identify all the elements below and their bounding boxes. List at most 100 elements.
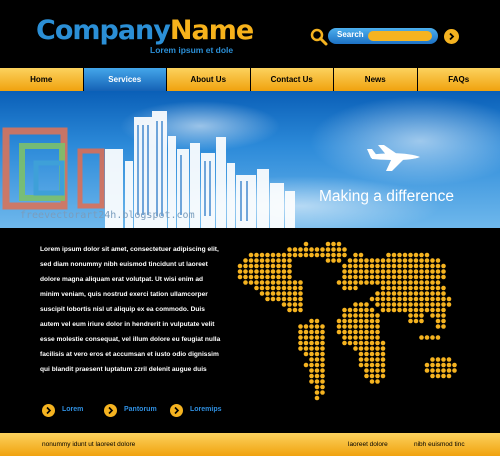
map-dot — [320, 373, 325, 379]
map-dot — [358, 307, 364, 313]
map-dot — [270, 291, 276, 296]
map-dot — [430, 280, 435, 285]
map-dot — [342, 280, 347, 285]
nav-faqs[interactable]: FAQs — [418, 68, 500, 91]
map-dot — [298, 324, 303, 329]
map-dot — [424, 335, 430, 340]
map-dot — [408, 258, 413, 263]
map-dot — [408, 269, 413, 274]
nav-contact-us[interactable]: Contact Us — [251, 68, 334, 91]
map-dot — [430, 313, 435, 318]
map-dot — [309, 379, 314, 384]
map-dot — [303, 340, 309, 346]
map-dot — [320, 357, 325, 362]
map-dot — [430, 307, 435, 313]
map-dot — [364, 258, 369, 263]
body-line: minim veniam, quis nostrud exerci tation… — [40, 291, 208, 298]
map-dot — [424, 362, 430, 368]
map-dot — [358, 324, 364, 329]
map-dot — [298, 291, 303, 296]
watermark-text: freevectorart24h.blogspot.com — [20, 210, 195, 221]
map-dot — [287, 274, 292, 280]
map-dot — [270, 258, 276, 263]
map-dot — [364, 313, 369, 318]
map-dot — [358, 335, 364, 340]
map-dot — [292, 296, 298, 302]
map-dot — [270, 296, 276, 302]
map-dot — [397, 269, 402, 274]
map-dot — [424, 296, 430, 302]
map-dot — [331, 252, 336, 258]
map-dot — [375, 340, 380, 346]
nav-news[interactable]: News — [334, 68, 418, 91]
map-dot — [380, 285, 386, 291]
map-dot — [391, 252, 397, 258]
banner-illustration — [2, 96, 500, 228]
map-dot — [369, 318, 375, 324]
map-dot — [375, 373, 380, 379]
search-input[interactable] — [368, 31, 432, 41]
map-dot — [292, 302, 298, 307]
map-dot — [364, 280, 369, 285]
map-dot — [259, 280, 265, 285]
map-dot — [347, 313, 353, 318]
map-dot — [353, 269, 358, 274]
nav-about-us[interactable]: About Us — [167, 68, 251, 91]
main-nav: Home Services About Us Contact Us News F… — [0, 68, 500, 91]
map-dot — [435, 335, 441, 340]
map-dot — [281, 269, 287, 274]
map-dot — [408, 302, 413, 307]
map-dot — [325, 241, 331, 247]
map-dot — [435, 324, 441, 329]
map-dot — [243, 263, 248, 269]
company-logo[interactable]: CompanyName — [36, 17, 254, 45]
map-dot — [298, 252, 303, 258]
map-dot — [364, 324, 369, 329]
map-dot — [441, 318, 446, 324]
map-dot — [347, 274, 353, 280]
map-dot — [375, 313, 380, 318]
map-dot — [408, 291, 413, 296]
map-dot — [314, 324, 320, 329]
map-dot — [287, 291, 292, 296]
map-dot — [364, 346, 369, 351]
map-dot — [419, 263, 424, 269]
map-dot — [265, 263, 270, 269]
arrow-right-icon — [104, 404, 117, 417]
body-text: Lorem ipsum dolor sit amet, consectetuer… — [40, 242, 230, 377]
map-dot — [336, 241, 342, 247]
map-dot — [369, 263, 375, 269]
map-dot — [364, 302, 369, 307]
map-dot — [270, 274, 276, 280]
map-dot — [342, 340, 347, 346]
map-dot — [298, 247, 303, 252]
map-dot — [424, 285, 430, 291]
map-dot — [353, 329, 358, 335]
map-dot — [309, 247, 314, 252]
map-dot — [369, 379, 375, 384]
map-dot — [380, 291, 386, 296]
search-go-button[interactable] — [444, 29, 459, 44]
map-dot — [386, 307, 391, 313]
nav-services[interactable]: Services — [83, 68, 167, 91]
map-dot — [375, 335, 380, 340]
map-dot — [391, 291, 397, 296]
map-dot — [347, 263, 353, 269]
map-dot — [375, 329, 380, 335]
map-dot — [314, 384, 320, 390]
nav-home[interactable]: Home — [0, 68, 84, 91]
map-dot — [320, 390, 325, 395]
map-dot — [254, 285, 259, 291]
map-dot — [353, 258, 358, 263]
map-dot — [353, 302, 358, 307]
map-dot — [391, 307, 397, 313]
map-dot — [446, 357, 452, 362]
map-dot — [380, 362, 386, 368]
map-dot — [309, 373, 314, 379]
map-dot — [435, 368, 441, 373]
map-dot — [292, 285, 298, 291]
map-dot — [270, 263, 276, 269]
map-dot — [413, 302, 419, 307]
map-dot — [309, 340, 314, 346]
map-dot — [254, 258, 259, 263]
